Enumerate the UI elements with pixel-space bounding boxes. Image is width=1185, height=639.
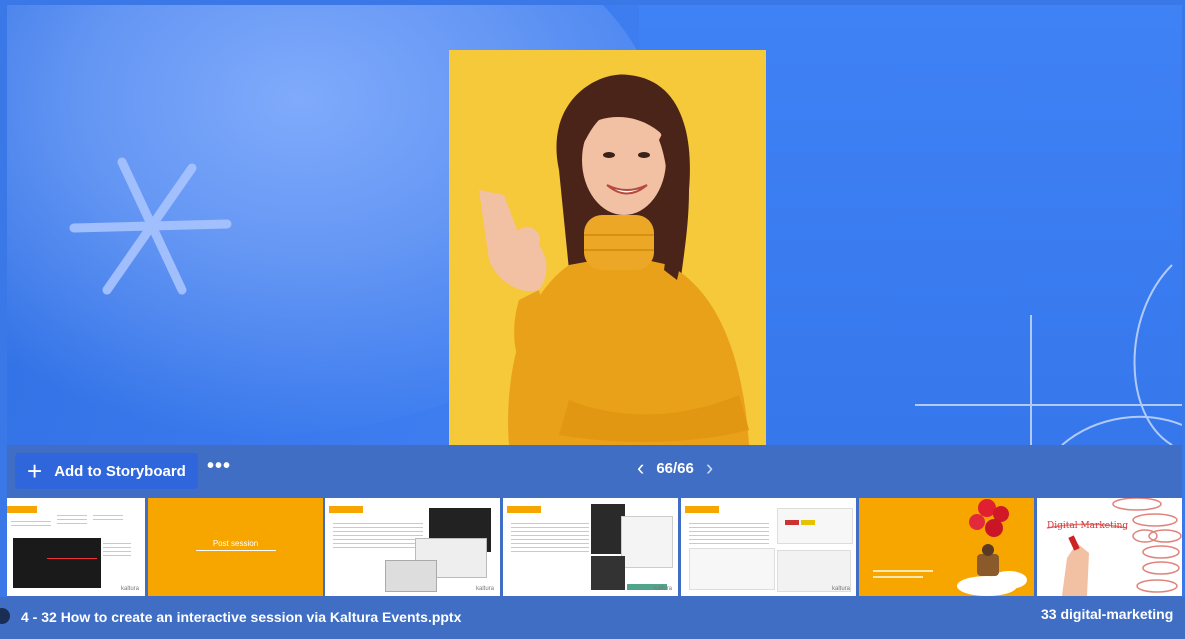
chevron-right-icon[interactable]: › [706, 457, 713, 479]
kaltura-logo: kaltura [831, 586, 850, 592]
svg-text:Digital Marketing: Digital Marketing [1047, 521, 1128, 531]
plus-icon: + [27, 456, 43, 486]
thumbnail-strip: kaltura Post session kaltura kaltura kal… [7, 497, 1182, 597]
storyboard-toolbar: + Add to Storyboard ••• ‹ 66/66 › [7, 445, 1182, 497]
slide-pager: ‹ 66/66 › [637, 457, 713, 479]
balloon-image [873, 499, 1027, 596]
main-slide [7, 5, 1182, 445]
next-presentation-title[interactable]: 33 digital-marketing [1041, 606, 1185, 622]
bullet-indicator [0, 608, 10, 624]
presentation-title[interactable]: 4 - 32 How to create an interactive sess… [21, 609, 461, 625]
slide-thumbnail[interactable]: Post session [148, 498, 323, 596]
slide-thumbnail[interactable] [859, 498, 1034, 596]
add-to-storyboard-label: Add to Storyboard [54, 462, 186, 480]
kaltura-logo: kaltura [120, 586, 139, 592]
line-decoration [915, 264, 1182, 445]
digital-marketing-image: Digital Marketing [1046, 498, 1182, 596]
thumbnail-title: Post session [212, 539, 259, 548]
slide-thumbnail[interactable]: kaltura [7, 498, 145, 596]
kaltura-logo: kaltura [653, 586, 672, 592]
slide-thumbnail[interactable]: Digital Marketing [1037, 498, 1182, 596]
slide-thumbnail[interactable]: kaltura [325, 498, 500, 596]
slide-thumbnail[interactable]: kaltura [503, 498, 678, 596]
chevron-left-icon[interactable]: ‹ [637, 457, 644, 479]
asterisk-decoration [69, 157, 232, 295]
add-to-storyboard-button[interactable]: + Add to Storyboard [15, 453, 198, 489]
kaltura-logo: kaltura [475, 586, 494, 592]
bottom-title-bar: 4 - 32 How to create an interactive sess… [0, 597, 1185, 639]
slide-thumbnail[interactable]: kaltura [681, 498, 856, 596]
more-options-button[interactable]: ••• [207, 455, 231, 478]
slide-photo [449, 50, 766, 445]
page-counter: 66/66 [656, 459, 694, 477]
woman-ok-sign-image [479, 74, 749, 445]
